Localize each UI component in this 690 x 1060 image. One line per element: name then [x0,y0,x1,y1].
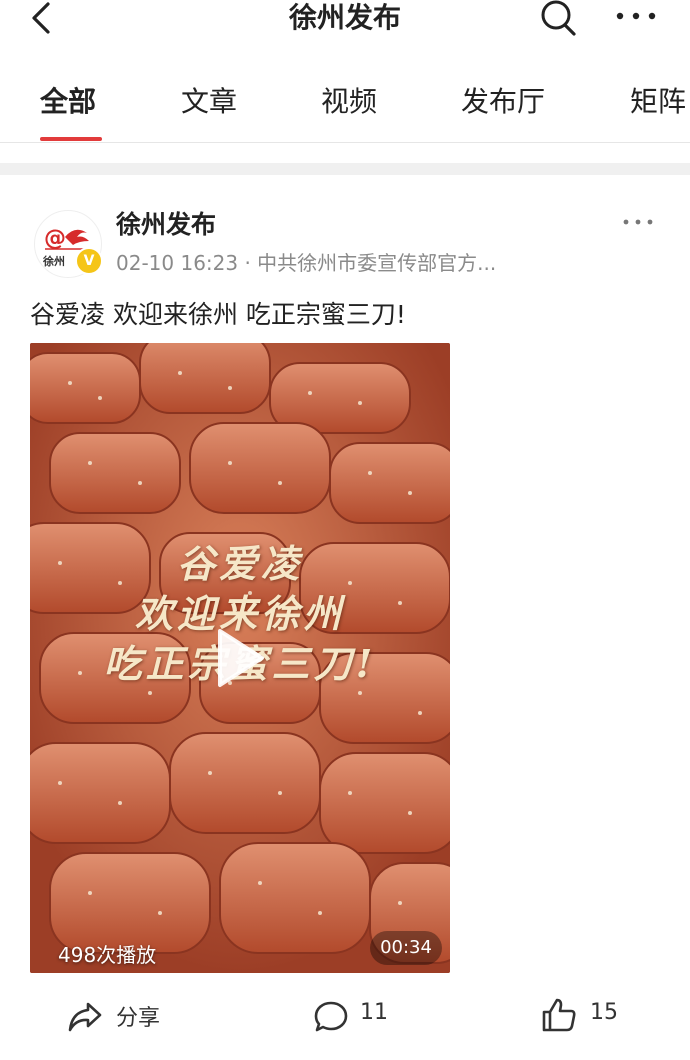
comment-icon [314,1001,348,1032]
video-duration: 00:34 [370,931,442,965]
more-icon [623,219,653,225]
more-icon [616,12,656,20]
share-icon [68,1002,102,1032]
play-count: 498次播放 [58,943,157,967]
post-more-button[interactable] [618,207,658,237]
divider [0,142,690,143]
tab-bar: 全部 文章 视频 发布厅 矩阵 [0,78,690,142]
avatar-label: 徐州 [43,255,65,268]
play-button[interactable] [214,627,266,689]
thumbs-up-icon [542,998,576,1032]
more-button[interactable] [612,0,660,36]
comment-button[interactable]: 11 [312,994,402,1040]
tab-matrix[interactable]: 矩阵 [630,78,686,126]
verified-badge: V [75,247,103,275]
like-button[interactable]: 15 [540,994,630,1040]
post-caption: 谷爱凌 欢迎来徐州 吃正宗蜜三刀! [30,300,406,329]
section-separator [0,163,690,175]
svg-text:@: @ [44,226,66,251]
page-title: 徐州发布 [288,1,401,34]
post-actions: 分享 11 15 [0,994,690,1044]
video-player[interactable]: 谷爱凌 欢迎来徐州 吃正宗蜜三刀! 498次播放 00:34 [30,343,450,973]
video-overlay-line: 谷爱凌 [176,541,303,586]
comment-count: 11 [360,1000,388,1025]
search-icon [541,0,576,36]
search-button[interactable] [538,0,578,36]
share-label: 分享 [116,1006,161,1031]
post-meta: 02-10 16:23 · 中共徐州市委宣传部官方... [116,251,497,275]
like-count: 15 [590,1000,618,1025]
share-button[interactable]: 分享 [66,994,176,1040]
play-icon [218,629,264,687]
tab-press-hall[interactable]: 发布厅 [461,78,545,126]
active-tab-indicator [40,137,102,141]
tab-all[interactable]: 全部 [40,78,96,126]
author-name[interactable]: 徐州发布 [116,205,216,241]
tab-videos[interactable]: 视频 [321,78,377,126]
tab-articles[interactable]: 文章 [181,78,237,126]
top-bar: 徐州发布 [0,0,690,40]
